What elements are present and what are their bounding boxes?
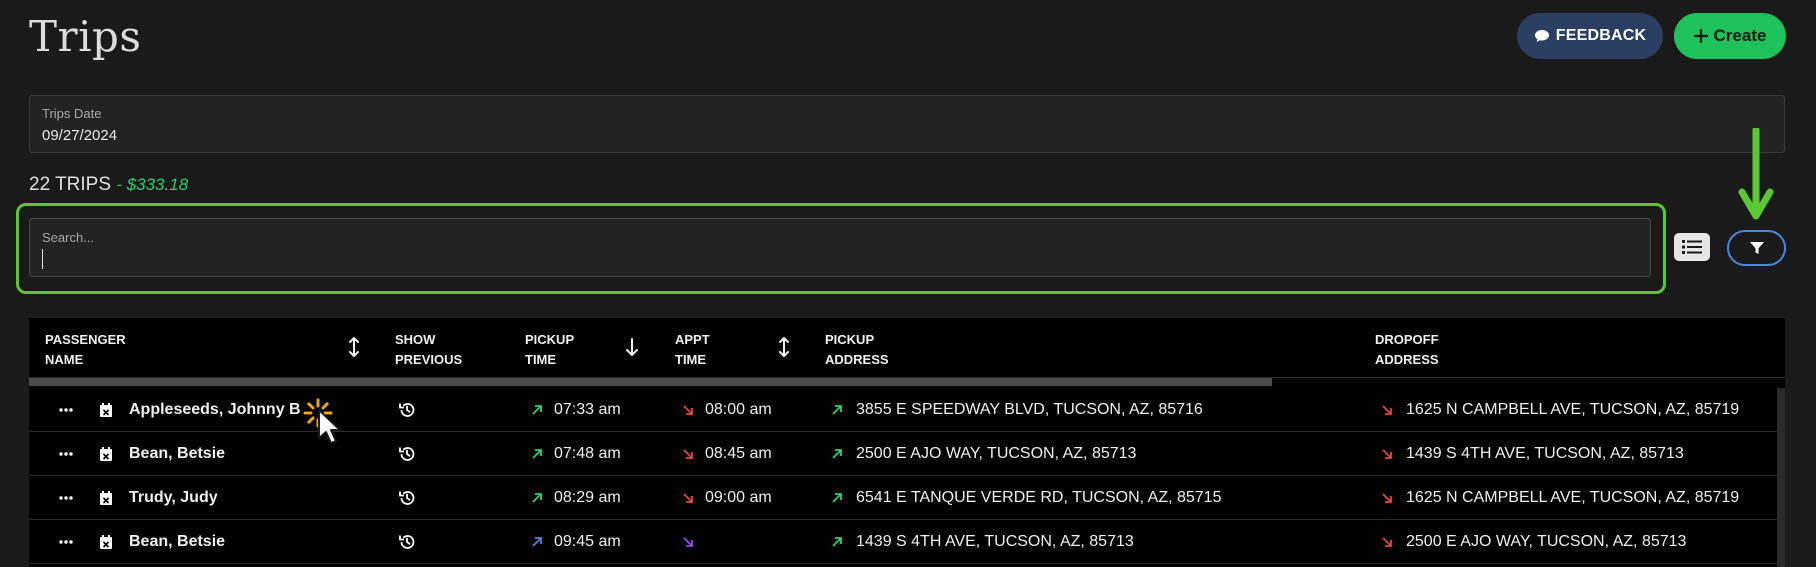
ellipsis-icon[interactable] bbox=[59, 432, 73, 476]
column-pickup-address[interactable]: PICKUP ADDRESS bbox=[825, 330, 889, 370]
pickup-time: 07:33 am bbox=[554, 401, 621, 418]
sort-both-icon[interactable] bbox=[777, 336, 791, 358]
appt-time: 08:00 am bbox=[705, 401, 772, 418]
table-row[interactable]: Appleseeds, Johnny B 07:33 am 08:00 am 3… bbox=[29, 388, 1785, 432]
arrow-up-right-icon bbox=[831, 476, 843, 520]
sort-both-icon[interactable] bbox=[347, 336, 361, 358]
history-icon[interactable] bbox=[398, 476, 416, 520]
page-title: Trips bbox=[29, 12, 142, 61]
arrow-down-right-icon bbox=[1381, 520, 1393, 564]
horizontal-scrollbar[interactable] bbox=[29, 378, 1272, 386]
sort-down-icon[interactable] bbox=[625, 336, 639, 358]
passenger-name[interactable]: Trudy, Judy bbox=[129, 476, 218, 520]
filter-button[interactable] bbox=[1727, 230, 1786, 266]
create-button[interactable]: Create bbox=[1674, 13, 1786, 59]
search-input[interactable]: Search... bbox=[29, 218, 1651, 277]
arrow-up-right-icon bbox=[531, 476, 543, 520]
arrow-down-right-icon bbox=[682, 520, 694, 564]
plus-icon bbox=[1693, 29, 1708, 43]
feedback-button[interactable]: FEEDBACK bbox=[1517, 13, 1663, 59]
passenger-name[interactable]: Bean, Betsie bbox=[129, 520, 225, 564]
calendar-x-icon[interactable] bbox=[99, 432, 113, 476]
trips-date-field[interactable]: Trips Date 09/27/2024 bbox=[29, 95, 1785, 153]
arrow-down-right-icon bbox=[1381, 388, 1393, 432]
trips-page: Trips FEEDBACK Create Trips Date 09/27/2… bbox=[0, 0, 1816, 567]
ellipsis-icon[interactable] bbox=[59, 520, 73, 564]
funnel-icon bbox=[1749, 242, 1764, 254]
pickup-address: 2500 E AJO WAY, TUCSON, AZ, 85713 bbox=[856, 445, 1137, 462]
trips-count: 22 TRIPS bbox=[29, 174, 112, 195]
pickup-address: 6541 E TANQUE VERDE RD, TUCSON, AZ, 8571… bbox=[856, 489, 1222, 506]
arrow-down-right-icon bbox=[682, 476, 694, 520]
arrow-down-right-icon bbox=[682, 432, 694, 476]
column-appt-time[interactable]: APPT TIME bbox=[675, 330, 710, 370]
arrow-up-right-icon bbox=[531, 432, 543, 476]
calendar-x-icon[interactable] bbox=[99, 520, 113, 564]
calendar-x-icon[interactable] bbox=[99, 476, 113, 520]
column-pickup-time[interactable]: PICKUP TIME bbox=[525, 330, 574, 370]
passenger-name[interactable]: Appleseeds, Johnny B bbox=[129, 388, 301, 432]
pickup-time: 09:45 am bbox=[554, 533, 621, 550]
trips-date-label: Trips Date bbox=[42, 106, 102, 121]
history-icon[interactable] bbox=[398, 520, 416, 564]
ellipsis-icon[interactable] bbox=[59, 388, 73, 432]
speech-bubble-icon bbox=[1534, 30, 1549, 42]
appt-time: 09:00 am bbox=[705, 489, 772, 506]
table-row[interactable]: Bean, Betsie 09:45 am 1439 S 4TH AVE, TU… bbox=[29, 520, 1785, 564]
trips-date-value[interactable]: 09/27/2024 bbox=[42, 127, 117, 144]
arrow-up-right-icon bbox=[531, 388, 543, 432]
text-caret bbox=[42, 249, 43, 269]
vertical-scrollbar[interactable] bbox=[1777, 388, 1785, 567]
column-show-previous[interactable]: SHOW PREVIOUS bbox=[395, 330, 462, 370]
dropoff-address: 1439 S 4TH AVE, TUCSON, AZ, 85713 bbox=[1406, 445, 1684, 462]
appt-time: 08:45 am bbox=[705, 445, 772, 462]
pickup-address: 1439 S 4TH AVE, TUCSON, AZ, 85713 bbox=[856, 533, 1134, 550]
list-view-button[interactable] bbox=[1674, 233, 1710, 261]
arrow-up-right-icon bbox=[831, 520, 843, 564]
dropoff-address: 1625 N CAMPBELL AVE, TUCSON, AZ, 85719 bbox=[1406, 489, 1740, 506]
trips-total: - $333.18 bbox=[116, 175, 189, 194]
feedback-label: FEEDBACK bbox=[1555, 27, 1647, 44]
dropoff-address: 2500 E AJO WAY, TUCSON, AZ, 85713 bbox=[1406, 533, 1687, 550]
table-row[interactable]: Trudy, Judy 08:29 am 09:00 am 6541 E TAN… bbox=[29, 476, 1785, 520]
arrow-down-right-icon bbox=[1381, 432, 1393, 476]
table-row[interactable]: Bean, Betsie 07:48 am 08:45 am 2500 E AJ… bbox=[29, 432, 1785, 476]
trips-table: PASSENGER NAME SHOW PREVIOUS PICKUP TIME… bbox=[29, 318, 1785, 567]
column-passenger-name[interactable]: PASSENGER NAME bbox=[45, 330, 126, 370]
dropoff-address: 1625 N CAMPBELL AVE, TUCSON, AZ, 85719 bbox=[1406, 401, 1740, 418]
calendar-x-icon[interactable] bbox=[99, 388, 113, 432]
arrow-down-right-icon bbox=[682, 388, 694, 432]
pickup-address: 3855 E SPEEDWAY BLVD, TUCSON, AZ, 85716 bbox=[856, 401, 1203, 418]
pickup-time: 07:48 am bbox=[554, 445, 621, 462]
create-label: Create bbox=[1713, 26, 1767, 45]
arrow-up-right-icon bbox=[831, 432, 843, 476]
arrow-up-right-icon bbox=[531, 520, 543, 564]
history-icon[interactable] bbox=[398, 432, 416, 476]
mouse-cursor-icon bbox=[318, 409, 341, 444]
pickup-time: 08:29 am bbox=[554, 489, 621, 506]
arrow-down-right-icon bbox=[1381, 476, 1393, 520]
arrow-up-right-icon bbox=[831, 388, 843, 432]
ellipsis-icon[interactable] bbox=[59, 476, 73, 520]
passenger-name[interactable]: Bean, Betsie bbox=[129, 432, 225, 476]
green-arrow-down-icon bbox=[1738, 128, 1774, 220]
table-header: PASSENGER NAME SHOW PREVIOUS PICKUP TIME… bbox=[29, 318, 1785, 378]
column-dropoff-address[interactable]: DROPOFF ADDRESS bbox=[1375, 330, 1439, 370]
trips-summary: 22 TRIPS - $333.18 bbox=[29, 174, 188, 196]
search-placeholder: Search... bbox=[42, 230, 95, 245]
history-icon[interactable] bbox=[398, 388, 416, 432]
list-icon bbox=[1682, 240, 1702, 254]
